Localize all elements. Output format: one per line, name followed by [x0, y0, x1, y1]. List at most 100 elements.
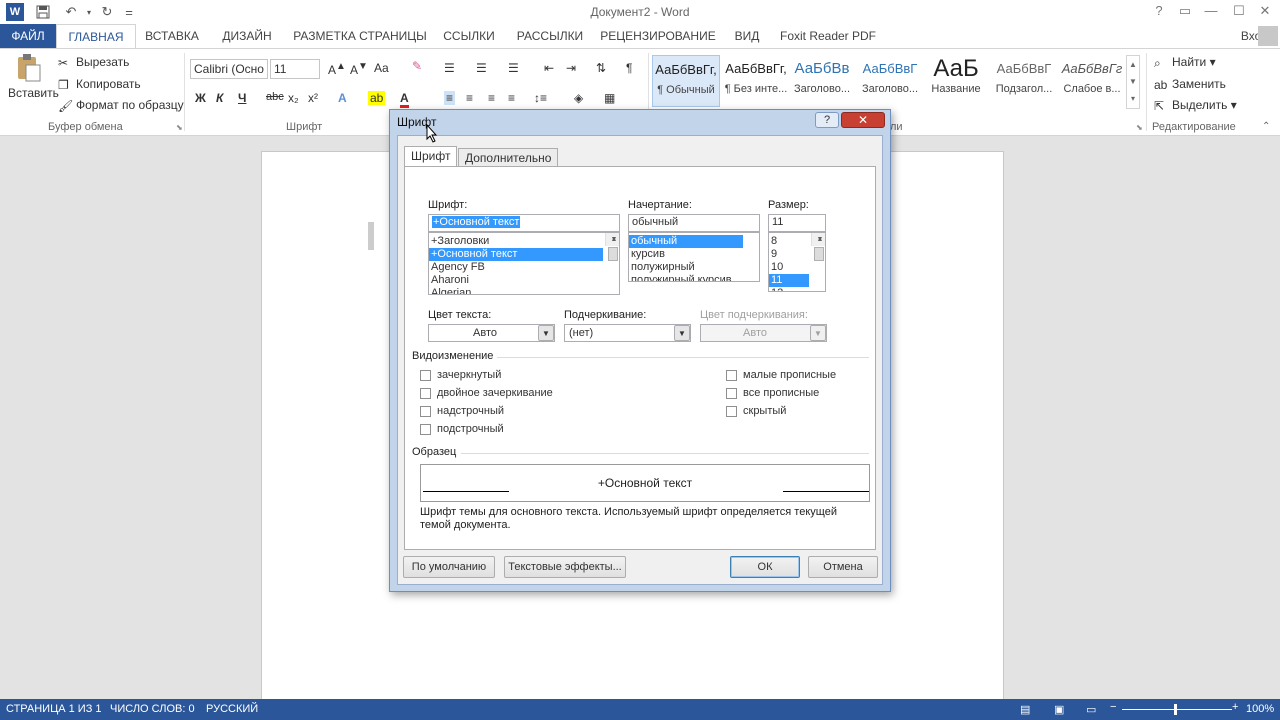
- size-list-scrollbar[interactable]: ▲ ▼: [811, 233, 825, 261]
- tab-advanced[interactable]: Дополнительно: [458, 148, 559, 167]
- collapse-ribbon-icon[interactable]: ⌃: [1262, 121, 1270, 132]
- shading-icon[interactable]: ◈: [574, 91, 583, 105]
- bullets-icon[interactable]: ☰: [444, 61, 455, 75]
- font-list-scrollbar[interactable]: ▲ ▼: [605, 233, 619, 261]
- read-mode-icon[interactable]: ▤: [1020, 703, 1030, 716]
- subscript-checkbox[interactable]: подстрочный: [420, 423, 504, 435]
- numbering-icon[interactable]: ☰: [476, 61, 487, 75]
- copy-button[interactable]: ❐ Копировать: [58, 77, 141, 92]
- zoom-level[interactable]: 100%: [1246, 703, 1274, 715]
- list-item[interactable]: 10: [769, 261, 825, 274]
- style-title[interactable]: АаБ Название: [922, 55, 990, 107]
- hidden-checkbox[interactable]: скрытый: [726, 405, 786, 417]
- grow-font-button[interactable]: A▲: [328, 61, 346, 77]
- increase-indent-icon[interactable]: ⇥: [566, 61, 576, 75]
- highlight-button[interactable]: ab: [368, 91, 386, 105]
- decrease-indent-icon[interactable]: ⇤: [544, 61, 554, 75]
- status-page[interactable]: СТРАНИЦА 1 ИЗ 1: [6, 703, 102, 715]
- size-list[interactable]: 8 9 10 11 12 ▲▼: [768, 232, 826, 292]
- text-effects-button[interactable]: A: [338, 91, 347, 105]
- print-layout-icon[interactable]: ▣: [1054, 703, 1064, 716]
- subscript-button[interactable]: x₂: [288, 91, 299, 105]
- list-item[interactable]: обычный: [629, 235, 743, 248]
- ok-button[interactable]: ОК: [730, 556, 800, 578]
- italic-button[interactable]: К: [216, 91, 223, 105]
- dialog-close-button[interactable]: ✕: [841, 112, 885, 128]
- strikethrough-button[interactable]: abc: [266, 91, 284, 103]
- align-center-icon[interactable]: ≡: [466, 91, 473, 105]
- text-effects-dialog-button[interactable]: Текстовые эффекты...: [504, 556, 626, 578]
- styles-scroll[interactable]: ▲ ▼ ▾: [1126, 55, 1140, 109]
- bold-button[interactable]: Ж: [195, 91, 206, 105]
- superscript-button[interactable]: x²: [308, 91, 318, 105]
- all-caps-checkbox[interactable]: все прописные: [726, 387, 819, 399]
- list-item[interactable]: +Основной текст: [429, 248, 603, 261]
- style-heading1[interactable]: АаБбВв Заголово...: [788, 55, 856, 107]
- double-strikethrough-checkbox[interactable]: двойное зачеркивание: [420, 387, 553, 399]
- style-input[interactable]: обычный: [628, 214, 760, 232]
- list-item[interactable]: курсив: [629, 248, 759, 261]
- tab-review[interactable]: РЕЦЕНЗИРОВАНИЕ: [598, 24, 718, 48]
- minimize-button[interactable]: —: [1196, 2, 1226, 20]
- chevron-down-icon[interactable]: ▼: [674, 325, 690, 341]
- strikethrough-checkbox[interactable]: зачеркнутый: [420, 369, 501, 381]
- pilcrow-icon[interactable]: ¶: [626, 61, 632, 75]
- tab-references[interactable]: ССЫЛКИ: [436, 24, 502, 48]
- list-item[interactable]: Agency FB: [429, 261, 619, 274]
- find-button[interactable]: ⌕ Найти ▾: [1154, 55, 1216, 70]
- cancel-button[interactable]: Отмена: [808, 556, 878, 578]
- change-case-button[interactable]: Aa: [374, 61, 389, 75]
- status-language[interactable]: РУССКИЙ: [206, 703, 258, 715]
- zoom-slider-thumb[interactable]: [1174, 704, 1177, 715]
- tab-insert[interactable]: ВСТАВКА: [140, 24, 204, 48]
- checkbox-box[interactable]: [420, 423, 431, 435]
- checkbox-box[interactable]: [420, 387, 431, 399]
- style-subtitle[interactable]: АаБбВвГ Подзагол...: [990, 55, 1058, 107]
- tab-foxit[interactable]: Foxit Reader PDF: [776, 24, 880, 48]
- list-item[interactable]: Aharoni: [429, 274, 619, 287]
- dialog-help-button[interactable]: ?: [815, 112, 839, 128]
- zoom-in-button[interactable]: +: [1232, 701, 1238, 713]
- style-subtle-emphasis[interactable]: АаБбВвГг Слабое в...: [1058, 55, 1126, 107]
- clipboard-launcher-icon[interactable]: ⬊: [176, 123, 183, 132]
- style-list[interactable]: обычный курсив полужирный полужирный кур…: [628, 232, 760, 282]
- replace-button[interactable]: ab Заменить: [1154, 77, 1226, 92]
- tab-file[interactable]: ФАЙЛ: [0, 24, 56, 48]
- align-left-icon[interactable]: ≡: [444, 91, 456, 105]
- select-button[interactable]: ⇱ Выделить ▾: [1154, 98, 1237, 113]
- cut-button[interactable]: ✂ Вырезать: [58, 55, 129, 70]
- user-avatar[interactable]: [1258, 26, 1278, 46]
- paste-button[interactable]: Вставить: [8, 53, 59, 100]
- justify-icon[interactable]: ≡: [508, 91, 515, 105]
- multilevel-list-icon[interactable]: ☰: [508, 61, 519, 75]
- font-list[interactable]: +Заголовки +Основной текст Agency FB Aha…: [428, 232, 620, 295]
- list-item[interactable]: полужирный курсив: [629, 274, 759, 281]
- style-heading2[interactable]: АаБбВвГ Заголово...: [856, 55, 924, 107]
- clear-format-icon[interactable]: ✎: [412, 59, 422, 73]
- borders-icon[interactable]: ▦: [604, 91, 615, 105]
- list-item[interactable]: 12: [769, 287, 825, 291]
- checkbox-box[interactable]: [726, 405, 737, 417]
- chevron-down-icon[interactable]: ▼: [538, 325, 554, 341]
- font-color-button[interactable]: A: [400, 91, 409, 108]
- zoom-slider-track[interactable]: [1122, 709, 1232, 710]
- web-layout-icon[interactable]: ▭: [1086, 703, 1096, 716]
- small-caps-checkbox[interactable]: малые прописные: [726, 369, 836, 381]
- tab-design[interactable]: ДИЗАЙН: [214, 24, 280, 48]
- style-normal[interactable]: АаБбВвГг, ¶ Обычный: [652, 55, 720, 107]
- list-item[interactable]: 11: [769, 274, 809, 287]
- checkbox-box[interactable]: [420, 369, 431, 381]
- font-name-combo[interactable]: Calibri (Осно: [190, 59, 268, 79]
- text-color-select[interactable]: Авто ▼: [428, 324, 555, 342]
- style-no-spacing[interactable]: АаБбВвГг, ¶ Без инте...: [722, 55, 790, 107]
- shrink-font-button[interactable]: A▼: [350, 61, 368, 77]
- tab-layout[interactable]: РАЗМЕТКА СТРАНИЦЫ: [290, 24, 430, 48]
- checkbox-box[interactable]: [420, 405, 431, 417]
- align-right-icon[interactable]: ≡: [488, 91, 495, 105]
- tab-font[interactable]: Шрифт: [404, 146, 458, 167]
- list-item[interactable]: Algerian: [429, 287, 619, 294]
- font-input[interactable]: +Основной текст: [428, 214, 620, 232]
- close-button[interactable]: ✕: [1250, 2, 1280, 20]
- font-size-combo[interactable]: 11: [270, 59, 320, 79]
- superscript-checkbox[interactable]: надстрочный: [420, 405, 504, 417]
